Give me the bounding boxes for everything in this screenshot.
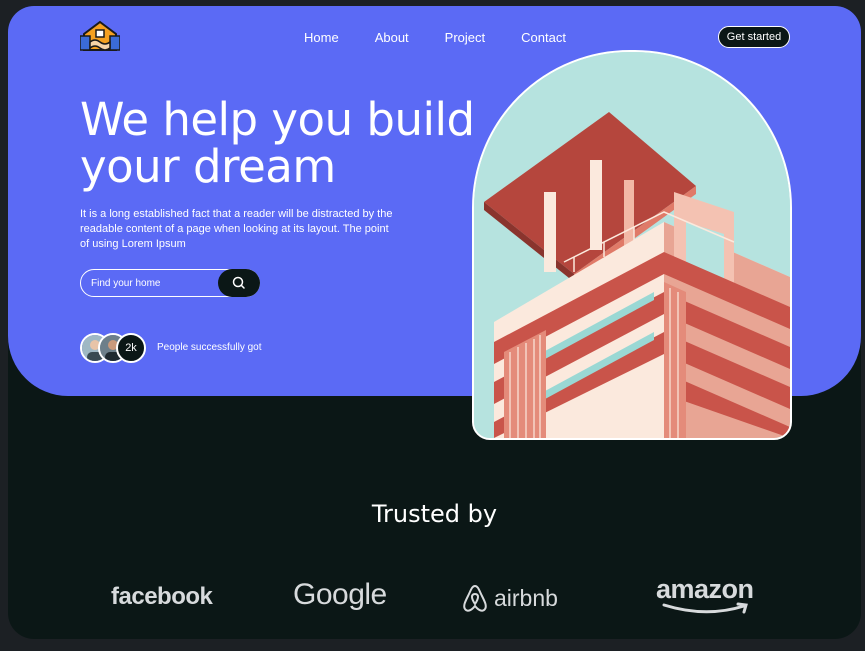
nav-home[interactable]: Home [304, 30, 339, 45]
avatar-group: 2k [80, 333, 150, 363]
hero-headline: We help you build your dream [80, 96, 480, 190]
headline-line-2: your dream [80, 140, 336, 193]
people-count-badge: 2k [116, 333, 146, 363]
search-icon [232, 276, 245, 289]
nav-about[interactable]: About [375, 30, 409, 45]
people-success-text: People successfully got [157, 342, 262, 353]
brand-airbnb-text: airbnb [494, 584, 558, 611]
search-bar [80, 269, 260, 297]
brand-facebook-logo[interactable]: facebook [111, 583, 213, 611]
handshake-house-logo-icon[interactable] [80, 20, 120, 56]
main-nav: Home About Project Contact [304, 30, 602, 45]
get-started-button[interactable]: Get started [718, 26, 790, 48]
headline-line-1: We help you build [80, 93, 475, 146]
nav-contact[interactable]: Contact [521, 30, 566, 45]
building-illustration [472, 50, 792, 440]
search-button[interactable] [218, 269, 260, 297]
brand-google-logo[interactable]: Google [293, 578, 387, 612]
search-input[interactable] [91, 270, 211, 296]
hero-description: It is a long established fact that a rea… [80, 208, 393, 250]
airbnb-icon [463, 584, 487, 612]
brand-amazon-text: amazon [656, 574, 754, 604]
page-frame: Home About Project Contact Get started W… [8, 6, 861, 639]
nav-project[interactable]: Project [445, 30, 485, 45]
amazon-smile-icon [662, 602, 748, 614]
brand-amazon-logo[interactable]: amazon [656, 574, 754, 614]
trusted-by-heading: Trusted by [371, 500, 498, 528]
brand-airbnb-logo[interactable]: airbnb [460, 582, 558, 614]
